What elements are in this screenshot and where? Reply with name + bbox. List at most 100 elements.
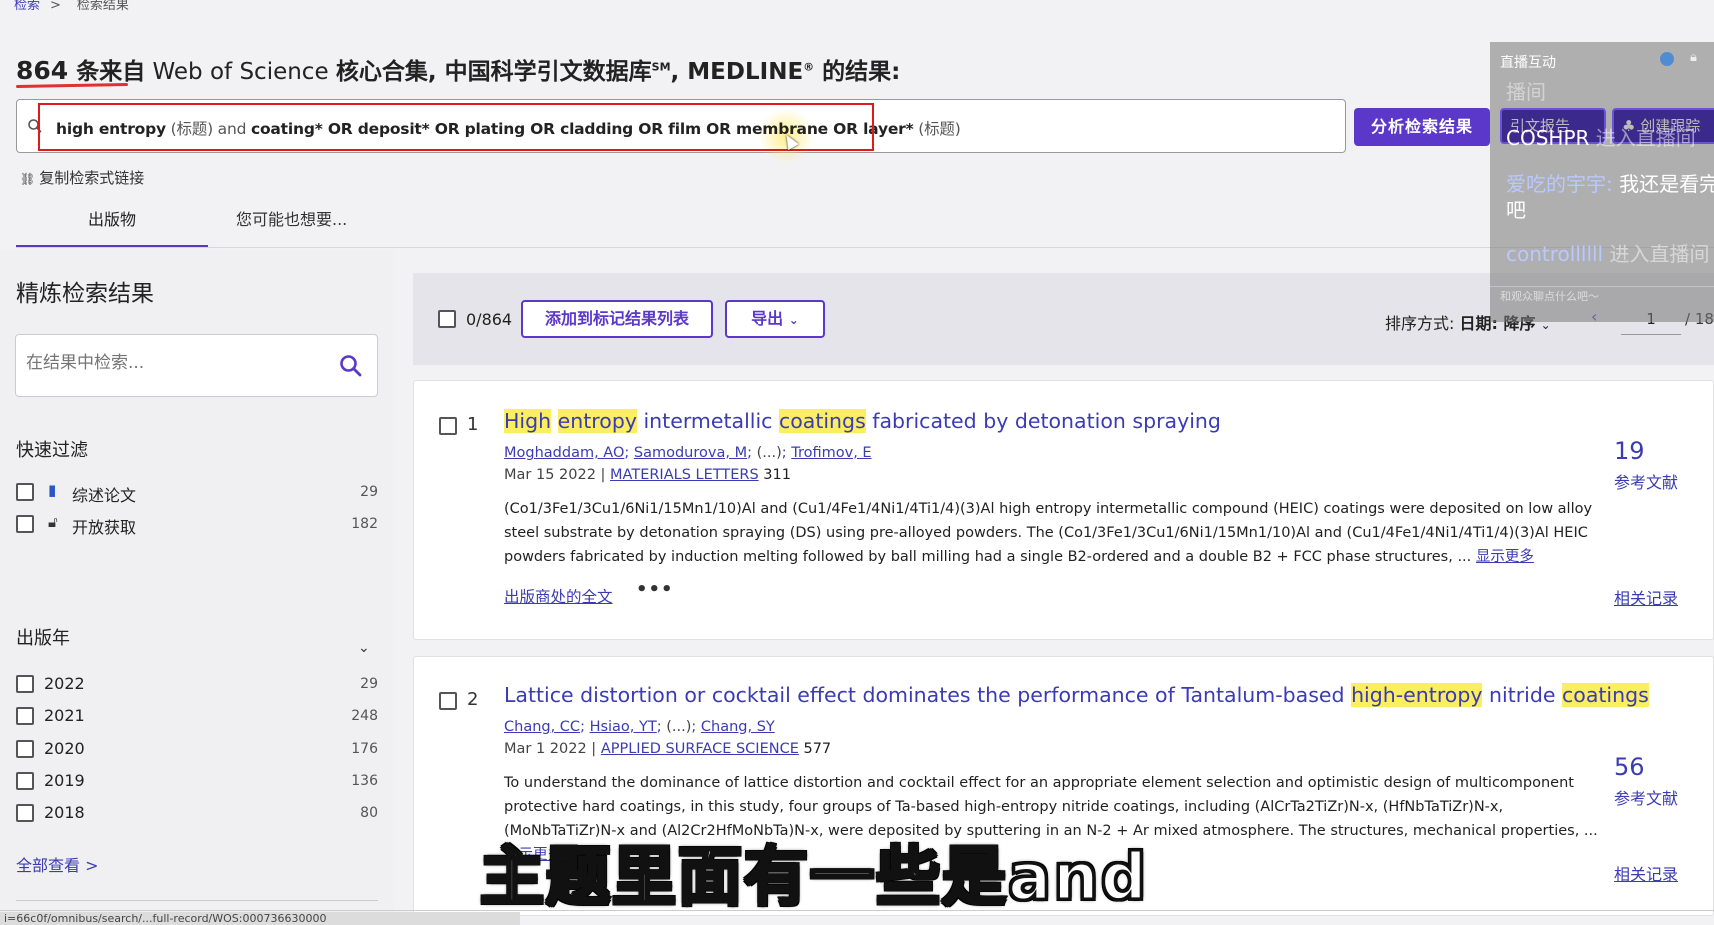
author-link[interactable]: Moghaddam, AO (504, 445, 624, 461)
heading-wos: Web of Science (145, 59, 336, 85)
filter-year-2019[interactable]: 2019 136 (16, 769, 378, 795)
checkbox[interactable] (16, 740, 34, 758)
related-records-link[interactable]: 相关记录 (1614, 585, 1678, 609)
result-authors: Moghaddam, AO; Samodurova, M; (...); Tro… (504, 445, 872, 461)
author-link[interactable]: Samodurova, M (634, 445, 747, 461)
pub-date: Mar 1 2022 | (504, 741, 601, 757)
search-icon[interactable] (338, 353, 364, 379)
related-records-link[interactable]: 相关记录 (1614, 861, 1678, 885)
result-title[interactable]: Lattice distortion or cocktail effect do… (504, 683, 1649, 707)
title-text: intermetallic (636, 409, 779, 433)
link-icon: ⛓ (20, 172, 36, 186)
chat-user: controllllll (1506, 242, 1604, 266)
copy-link-label: 复制检索式链接 (39, 169, 145, 187)
select-all-checkbox[interactable] (438, 310, 456, 328)
author-link[interactable]: Chang, CC (504, 719, 580, 735)
chat-user: 爱吃的宇宇: (1506, 172, 1620, 196)
author-ellipsis: (...) (666, 719, 692, 735)
filter-year-2020[interactable]: 2020 176 (16, 737, 378, 763)
title-highlight: High (504, 409, 552, 433)
filter-open-access[interactable]: 🔓︎ 开放获取 182 (16, 512, 378, 538)
result-authors: Chang, CC; Hsiao, YT; (...); Chang, SY (504, 719, 775, 735)
tab-you-may-also-like[interactable]: 您可能也想要... (236, 200, 386, 240)
pub-year-title: 出版年 (16, 628, 70, 649)
checkbox[interactable] (16, 515, 34, 533)
title-highlight: high (1351, 683, 1396, 707)
journal-link[interactable]: MATERIALS LETTERS (610, 467, 759, 483)
breadcrumb: 检索 > 检索结果 (14, 0, 129, 13)
result-checkbox[interactable] (439, 417, 457, 435)
filter-label: 2019 (44, 771, 85, 790)
heading-cscd: 核心合集, 中国科学引文数据库 (335, 59, 652, 85)
refine-search-field[interactable] (15, 334, 378, 397)
result-meta: Mar 15 2022 | MATERIALS LETTERS 311 (504, 467, 791, 483)
refine-title: 精炼检索结果 (16, 281, 154, 307)
divider (16, 900, 378, 901)
publisher-fulltext-link[interactable]: 出版商处的全文 (504, 585, 613, 607)
export-label: 导出 (751, 309, 784, 328)
filter-label: 2021 (44, 706, 85, 725)
filter-count: 80 (360, 805, 378, 821)
checkbox[interactable] (16, 707, 34, 725)
chat-text: 我还是看完 (1619, 172, 1714, 196)
volume: 577 (798, 741, 832, 757)
author-link[interactable]: Trofimov, E (791, 445, 871, 461)
document-icon: ▮ (48, 481, 57, 499)
chat-input-hint[interactable]: 和观众聊点什么吧～ (1500, 288, 1599, 304)
title-highlight: entropy (1403, 683, 1483, 707)
filter-count: 29 (360, 484, 378, 500)
citation-count[interactable]: 56 (1614, 753, 1645, 781)
checkbox[interactable] (16, 675, 34, 693)
result-number: 2 (467, 689, 479, 710)
result-abstract: (Co1/3Fe1/3Cu1/6Ni1/15Mn1/10)Al and (Cu1… (504, 497, 1594, 569)
chat-message-cont: 吧 (1506, 198, 1526, 222)
view-all-link[interactable]: 全部查看 > (16, 852, 99, 876)
chat-message: 爱吃的宇宇: 我还是看完 (1506, 168, 1714, 197)
filter-year-2022[interactable]: 2022 29 (16, 672, 378, 698)
show-more-link[interactable]: 显示更多 (1476, 549, 1534, 565)
checkbox[interactable] (16, 483, 34, 501)
breadcrumb-current: 检索结果 (76, 0, 129, 13)
refine-search-input[interactable] (26, 353, 326, 373)
red-box-annotation (38, 103, 874, 151)
filter-review-articles[interactable]: ▮ 综述论文 29 (16, 480, 378, 506)
lock-icon[interactable]: 🔒︎ (1690, 50, 1697, 65)
checkbox[interactable] (16, 772, 34, 790)
copy-query-link[interactable]: ⛓ 复制检索式链接 (20, 167, 144, 188)
result-count: 864 (16, 56, 69, 85)
filter-year-2018[interactable]: 2018 80 (16, 801, 378, 827)
results-heading: 864 条来自 Web of Science 核心合集, 中国科学引文数据库SM… (16, 52, 900, 86)
filter-year-2021[interactable]: 2021 248 (16, 704, 378, 730)
more-options-icon[interactable]: ••• (636, 579, 674, 600)
filter-count: 29 (360, 676, 378, 692)
export-button[interactable]: 导出 ⌄ (725, 300, 825, 338)
status-dot-icon (1660, 52, 1674, 66)
tab-publications[interactable]: 出版物 (16, 200, 208, 248)
author-link[interactable]: Hsiao, YT (590, 719, 657, 735)
add-to-marked-list-button[interactable]: 添加到标记结果列表 (521, 300, 713, 338)
divider (1490, 286, 1714, 287)
breadcrumb-search-link[interactable]: 检索 (14, 0, 40, 13)
checkbox[interactable] (16, 804, 34, 822)
video-subtitle: 主题里面有一些是and (479, 840, 1149, 917)
abstract-text: (Co1/3Fe1/3Cu1/6Ni1/15Mn1/10)Al and (Cu1… (504, 501, 1593, 565)
title-highlight: coatings (778, 409, 866, 433)
quick-filter-title: 快速过滤 (16, 440, 88, 461)
result-title[interactable]: High entropy intermetallic coatings fabr… (504, 409, 1221, 433)
live-subtitle: 播间 (1506, 80, 1546, 104)
chat-text: 进入直播间 (1603, 242, 1710, 266)
tabs-divider (16, 247, 1714, 248)
result-checkbox[interactable] (439, 692, 457, 710)
chevron-down-icon[interactable]: ⌄ (358, 640, 370, 656)
filter-label: 综述论文 (72, 486, 137, 505)
filter-count: 182 (351, 516, 378, 532)
live-title: 直播互动 (1500, 55, 1556, 71)
author-link[interactable]: Chang, SY (701, 719, 775, 735)
analyze-results-button[interactable]: 分析检索结果 (1354, 108, 1490, 146)
citation-label: 参考文献 (1614, 789, 1679, 808)
heading-medline: , MEDLINE (670, 59, 804, 85)
query-field-2: (标题) (913, 120, 961, 138)
citation-count[interactable]: 19 (1614, 437, 1645, 465)
journal-link[interactable]: APPLIED SURFACE SCIENCE (601, 741, 799, 757)
title-text (551, 409, 558, 433)
